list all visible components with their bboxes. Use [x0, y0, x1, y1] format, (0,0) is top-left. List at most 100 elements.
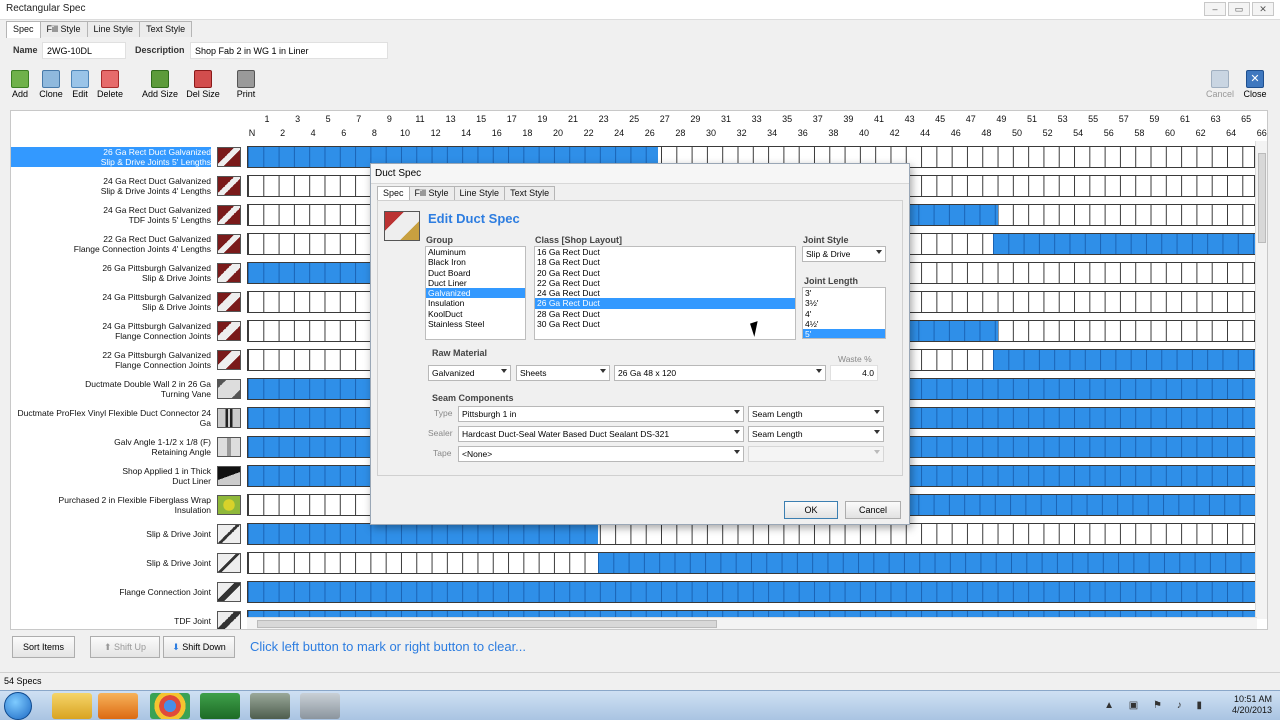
spec-row-label[interactable]: Galv Angle 1-1/2 x 1/8 (F) Retaining Angl…	[11, 437, 211, 457]
name-input[interactable]: 2WG-10DL	[42, 42, 126, 59]
shift-down-button[interactable]: ⬇ Shift Down	[163, 636, 235, 658]
seam-type-measure-select[interactable]: Seam Length	[748, 406, 884, 422]
joint-length-item[interactable]: 4½'	[803, 319, 885, 329]
spec-row[interactable]: Slip & Drive Joint	[11, 550, 1257, 576]
del-size-button[interactable]: Del Size	[182, 70, 224, 99]
spec-row[interactable]: Flange Connection Joint	[11, 579, 1257, 605]
duct-app-taskbar-icon[interactable]	[300, 693, 340, 719]
add-size-button[interactable]: Add Size	[139, 70, 181, 99]
size-cells[interactable]	[247, 523, 1255, 545]
delete-button[interactable]: Delete	[90, 70, 130, 99]
spec-row-label[interactable]: Ductmate ProFlex Vinyl Flexible Duct Con…	[11, 408, 211, 428]
spec-row-label[interactable]: Ductmate Double Wall 2 in 26 Ga Turning V…	[11, 379, 211, 399]
group-list-item[interactable]: Duct Board	[426, 268, 525, 278]
cad-taskbar-icon[interactable]	[250, 693, 290, 719]
grid-horizontal-scrollbar[interactable]	[247, 617, 1257, 629]
raw-size-select[interactable]: 26 Ga 48 x 120	[614, 365, 826, 381]
joint-length-item[interactable]: 3'	[803, 288, 885, 298]
spec-row-label[interactable]: Slip & Drive Joint	[11, 558, 211, 568]
marked-size-range[interactable]	[993, 350, 1256, 370]
marked-size-range[interactable]	[248, 263, 388, 283]
spec-row-label[interactable]: Purchased 2 in Flexible Fiberglass Wrap I…	[11, 495, 211, 515]
grid-vertical-scrollbar[interactable]	[1255, 141, 1267, 619]
marked-size-range[interactable]	[903, 321, 998, 341]
grid-hscroll-thumb[interactable]	[257, 620, 717, 628]
dialog-cancel-button[interactable]: Cancel	[845, 501, 901, 519]
dialog-tab-text-style[interactable]: Text Style	[504, 186, 556, 200]
app-taskbar-icon[interactable]	[200, 693, 240, 719]
tape-measure-select[interactable]	[748, 446, 884, 462]
group-list-item[interactable]: Black Iron	[426, 257, 525, 267]
joint-style-select[interactable]: Slip & Drive	[802, 246, 886, 262]
group-list-item[interactable]: Stainless Steel	[426, 319, 525, 329]
spec-row-label[interactable]: 22 Ga Pittsburgh Galvanized Flange Connec…	[11, 350, 211, 370]
marked-size-range[interactable]	[993, 234, 1256, 254]
marked-size-range[interactable]	[248, 582, 1256, 602]
joint-length-item[interactable]: 4'	[803, 309, 885, 319]
spec-row-label[interactable]: 22 Ga Rect Duct Galvanized Flange Connect…	[11, 234, 211, 254]
size-cells[interactable]	[247, 581, 1256, 603]
class-list-item[interactable]: 16 Ga Rect Duct	[535, 247, 795, 257]
class-list-item[interactable]: 26 Ga Rect Duct	[535, 298, 795, 309]
class-list-item[interactable]: 28 Ga Rect Duct	[535, 309, 795, 319]
dialog-tab-spec[interactable]: Spec	[377, 186, 410, 200]
tab-line-style[interactable]: Line Style	[86, 21, 141, 37]
spec-row-label[interactable]: 24 Ga Pittsburgh Galvanized Flange Connec…	[11, 321, 211, 341]
tab-fill-style[interactable]: Fill Style	[39, 21, 88, 37]
dialog-tab-line-style[interactable]: Line Style	[453, 186, 506, 200]
explorer-taskbar-icon[interactable]	[52, 693, 92, 719]
spec-row-label[interactable]: 26 Ga Pittsburgh Galvanized Slip & Drive …	[11, 263, 211, 283]
raw-material-select[interactable]: Galvanized	[428, 365, 511, 381]
dialog-tab-fill-style[interactable]: Fill Style	[408, 186, 455, 200]
tab-spec[interactable]: Spec	[6, 21, 41, 38]
joint-length-item[interactable]: 5'	[803, 329, 885, 338]
group-list-item[interactable]: KoolDuct	[426, 309, 525, 319]
raw-form-select[interactable]: Sheets	[516, 365, 610, 381]
spec-row-label[interactable]: 24 Ga Pittsburgh Galvanized Slip & Drive …	[11, 292, 211, 312]
ok-button[interactable]: OK	[784, 501, 838, 519]
cancel-button[interactable]: Cancel	[1200, 70, 1240, 99]
marked-size-range[interactable]	[903, 205, 998, 225]
seam-type-select[interactable]: Pittsburgh 1 in	[458, 406, 744, 422]
sealer-select[interactable]: Hardcast Duct-Seal Water Based Duct Seal…	[458, 426, 744, 442]
class-list-item[interactable]: 24 Ga Rect Duct	[535, 288, 795, 298]
group-listbox[interactable]: Aluminum Black Iron Duct Board Duct Liner Ga…	[425, 246, 526, 340]
minimize-button[interactable]: –	[1204, 2, 1226, 16]
restore-button[interactable]: ▭	[1228, 2, 1250, 16]
group-list-item[interactable]: Duct Liner	[426, 278, 525, 288]
spec-row-label[interactable]: 24 Ga Rect Duct Galvanized Slip & Drive J…	[11, 176, 211, 196]
size-cells[interactable]	[247, 552, 1256, 574]
waste-input[interactable]: 4.0	[830, 365, 878, 381]
joint-length-listbox[interactable]: 3' 3½' 4' 4½' 5'	[802, 287, 886, 339]
tab-text-style[interactable]: Text Style	[139, 21, 193, 37]
close-button[interactable]: ✕ Close	[1235, 70, 1275, 99]
group-list-item[interactable]: Galvanized	[426, 288, 525, 299]
spec-row-label[interactable]: Shop Applied 1 in Thick Duct Liner	[11, 466, 211, 486]
system-tray-icons[interactable]: ▲ ▣ ⚑ ♪ ▮	[1104, 700, 1208, 711]
spec-row-label[interactable]: Flange Connection Joint	[11, 587, 211, 597]
marked-size-range[interactable]	[248, 524, 598, 544]
group-list-item[interactable]: Aluminum	[426, 247, 525, 257]
sort-items-button[interactable]: Sort Items	[12, 636, 75, 658]
marked-size-range[interactable]	[598, 553, 1256, 573]
class-list-item[interactable]: 20 Ga Rect Duct	[535, 268, 795, 278]
joint-length-item[interactable]: 3½'	[803, 298, 885, 308]
tape-select[interactable]: <None>	[458, 446, 744, 462]
shift-up-button[interactable]: ⬆ Shift Up	[90, 636, 160, 658]
spec-row-label[interactable]: Slip & Drive Joint	[11, 529, 211, 539]
description-input[interactable]: Shop Fab 2 in WG 1 in Liner	[190, 42, 388, 59]
close-window-button[interactable]: ✕	[1252, 2, 1274, 16]
class-list-item[interactable]: 22 Ga Rect Duct	[535, 278, 795, 288]
sealer-measure-select[interactable]: Seam Length	[748, 426, 884, 442]
chrome-taskbar-icon[interactable]	[150, 693, 190, 719]
spec-row-label[interactable]: 24 Ga Rect Duct Galvanized TDF Joints 5' …	[11, 205, 211, 225]
start-button[interactable]	[4, 692, 32, 720]
spec-row-label[interactable]: 26 Ga Rect Duct Galvanized Slip & Drive J…	[11, 147, 211, 167]
marked-size-range[interactable]	[903, 495, 1256, 515]
grid-vscroll-thumb[interactable]	[1258, 153, 1266, 243]
group-list-item[interactable]: Insulation	[426, 298, 525, 308]
media-taskbar-icon[interactable]	[98, 693, 138, 719]
spec-row-label[interactable]: TDF Joint	[11, 616, 211, 626]
class-list-item[interactable]: 18 Ga Rect Duct	[535, 257, 795, 267]
clock[interactable]: 10:51 AM 4/20/2013	[1232, 694, 1272, 716]
